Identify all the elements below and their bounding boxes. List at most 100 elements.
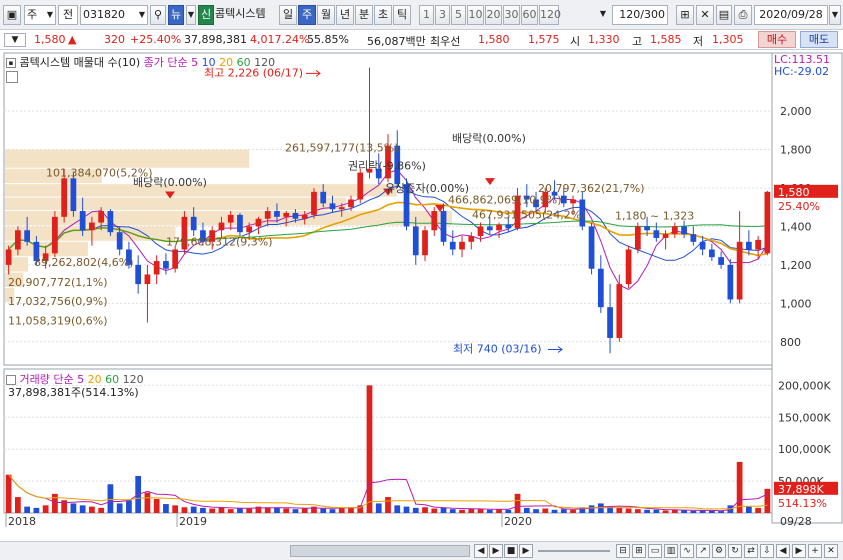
candle-body [135,264,142,285]
volume-bar [329,509,336,513]
plus-icon[interactable]: + [808,544,822,558]
period-button-3[interactable]: 년 [336,5,354,25]
collapse-icon[interactable]: ▪ [6,58,16,68]
count-total: /300 [640,8,665,21]
scroll-left-icon[interactable]: ◀ [776,544,790,558]
volume-bar [551,509,558,513]
interval-button-7[interactable]: 120 [539,5,561,25]
scroll-right-icon[interactable]: ▶ [792,544,806,558]
period-button-2[interactable]: 월 [317,5,335,25]
volume-bar [644,509,650,513]
period-button-4[interactable]: 분 [355,5,373,25]
chart-canvas[interactable]: 2,0001,8001,6001,4001,2001,000800200,000… [0,51,843,541]
stock-code-value: 031820 [83,8,125,21]
chart-type-icon[interactable]: ▥ [664,544,678,558]
period-button-1[interactable]: 주 [298,5,316,25]
search-icon[interactable]: ⚲ [150,5,166,25]
offering-note: 유상증자(0.00%) [385,182,469,195]
prev-icon[interactable]: ◀ [474,544,488,558]
indicator-icon[interactable]: ∿ [680,544,694,558]
period-button-0[interactable]: 일 [279,5,297,25]
chart-area[interactable]: 2,0001,8001,6001,4001,2001,000800200,000… [0,51,843,560]
candle-body [412,226,419,256]
candle-body [505,224,512,229]
scroll-thumb[interactable] [290,545,470,557]
volume-bar [745,506,752,513]
x-axis-last-date: 09/28 [780,515,812,528]
zoom-in-icon[interactable]: ⊞ [632,544,646,558]
volume-bar [403,506,410,513]
export-icon[interactable]: ⇩ [760,544,774,558]
low-price: 1,305 [712,33,744,46]
compare-icon[interactable]: ⇄ [744,544,758,558]
grid-toggle-icon[interactable] [6,71,18,83]
volume-bar [144,492,151,513]
volume-bar [560,509,567,513]
sell-button[interactable]: 매도 [800,31,838,48]
interval-button-5[interactable]: 30 [503,5,520,25]
chevron-down-icon[interactable]: ▼ [597,5,609,25]
interval-button-3[interactable]: 10 [467,5,484,25]
volume-bar [523,507,530,513]
candle-body [644,226,650,231]
volume-bar [431,508,438,513]
candle-body [172,249,179,269]
candle-body [329,203,336,210]
volume-bar [440,507,447,513]
buy-button[interactable]: 매수 [758,31,796,48]
stock-code-input[interactable]: 031820 ▼ [80,5,148,25]
x-axis-label: 2019 [179,515,207,528]
interval-button-2[interactable]: 5 [451,5,466,25]
chevron-down-icon[interactable]: ▼ [186,5,196,25]
volume-bar [588,505,595,513]
interval-button-4[interactable]: 20 [485,5,502,25]
crosshair-icon[interactable]: ✕ [696,5,714,25]
settings-icon[interactable]: ⚙ [712,544,726,558]
interval-button-6[interactable]: 60 [521,5,538,25]
candle-body [477,226,484,237]
refresh-icon[interactable]: ↻ [728,544,742,558]
candle-body [61,178,68,217]
news-button[interactable]: 뉴 [168,5,184,25]
volume-bar [681,510,687,513]
volume-bar [385,497,391,513]
draw-icon[interactable]: ↗ [696,544,710,558]
candle-body [246,226,253,233]
candle-body [449,241,456,250]
grid-icon[interactable]: ⊞ [676,5,694,25]
price-panel-title: 콤텍시스템 매물대 수(10) [19,56,141,69]
candle-body [5,249,12,265]
type-select[interactable]: 전 [58,5,78,25]
fit-icon[interactable]: ▭ [648,544,662,558]
interval-button-1[interactable]: 3 [435,5,450,25]
date-input[interactable]: 2020/09/28 [754,5,828,25]
candle-body [764,191,771,254]
candle-body [237,214,243,233]
volume-bar [366,385,373,513]
period-button-6[interactable]: 틱 [393,5,411,25]
candle-body [311,191,317,215]
volume-bar [375,503,382,513]
candle-body [570,199,576,204]
volume-current: 37,898,381주(514.13%) [8,386,139,399]
play-icon[interactable]: ▶ [519,544,533,558]
close-icon[interactable]: ✕ [824,544,838,558]
scroll-bar[interactable]: ◀ ▶ ■ ▶ ⊟ ⊞ ▭ ▥ ∿ ↗ ⚙ ↻ ⇄ ⇩ ◀ ▶ + ✕ [0,541,843,560]
candle-body [681,226,687,235]
next-icon[interactable]: ▶ [489,544,503,558]
period-button-5[interactable]: 초 [374,5,392,25]
rights-note: 권리락(-9.86%) [348,160,426,173]
speed-slider[interactable] [538,550,610,552]
market-select[interactable]: 주 ▼ [24,5,56,25]
save-icon[interactable]: ▤ [716,5,732,25]
dropdown-icon[interactable]: ▼ [4,33,26,47]
interval-button-0[interactable]: 1 [419,5,434,25]
dividend-note-2: 배당락(0.00%) [452,132,526,145]
print-icon[interactable]: ⎙ [734,5,752,25]
stop-icon[interactable]: ■ [504,544,518,558]
count-input[interactable]: 120/300 [612,5,668,25]
zoom-out-icon[interactable]: ⊟ [616,544,630,558]
calendar-icon[interactable]: ▼ [829,5,841,25]
layout-icon[interactable]: ▣ [3,5,21,25]
top-toolbar: ▣ 주 ▼ 전 031820 ▼ ⚲ 뉴 ▼ 신 콤텍시스템 일주월년분초틱 135… [0,0,843,30]
